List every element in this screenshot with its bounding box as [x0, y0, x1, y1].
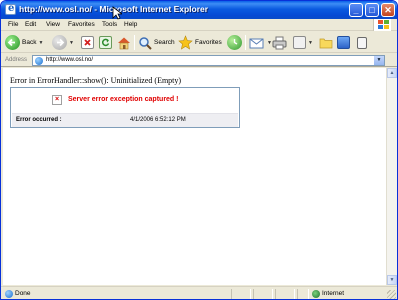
close-button[interactable]: ✕: [381, 3, 395, 17]
windows-flag-icon: [373, 19, 391, 31]
error-title: Server error exception captured !: [68, 96, 179, 103]
title-bar[interactable]: http://www.osl.no/ - Microsoft Internet …: [1, 1, 397, 19]
error-message: Error in ErrorHandler::show(): Uninitial…: [10, 76, 182, 85]
favorites-star-icon: [178, 35, 193, 50]
home-button[interactable]: [117, 34, 131, 51]
page-icon: [5, 290, 13, 298]
internet-zone-icon: [312, 290, 320, 298]
research-button[interactable]: [357, 34, 367, 51]
ie-logo-icon: [5, 3, 16, 15]
error-x-icon: ×: [52, 95, 62, 105]
address-url: http://www.osl.no/: [46, 57, 94, 63]
error-occurred-label: Error occurred :: [16, 117, 62, 123]
menu-tools[interactable]: Tools: [102, 21, 117, 28]
status-panel: [275, 289, 295, 299]
stop-button[interactable]: [81, 34, 94, 51]
forward-button[interactable]: ▼: [52, 34, 74, 51]
page-icon: [35, 57, 43, 65]
stop-icon: [81, 36, 94, 49]
search-label: Search: [154, 39, 175, 46]
home-icon: [118, 37, 130, 49]
page-content: Error in ErrorHandler::show(): Uninitial…: [3, 68, 386, 285]
error-panel: × Server error exception captured ! Erro…: [10, 87, 240, 128]
history-button[interactable]: [227, 34, 242, 51]
refresh-button[interactable]: [99, 34, 112, 51]
research-icon: [357, 36, 367, 49]
vertical-scrollbar[interactable]: ▲ ▼: [386, 68, 397, 285]
favorites-button[interactable]: Favorites: [178, 34, 222, 51]
history-icon: [227, 35, 242, 50]
search-button[interactable]: Search: [138, 34, 175, 51]
favorites-label: Favorites: [195, 39, 222, 46]
status-panel: [253, 289, 273, 299]
address-label: Address: [5, 57, 28, 63]
menu-file[interactable]: File: [8, 21, 18, 28]
chevron-down-icon[interactable]: ▼: [38, 40, 43, 46]
chevron-down-icon[interactable]: ▼: [374, 56, 384, 65]
minimize-button[interactable]: _: [349, 3, 363, 17]
menu-edit[interactable]: Edit: [25, 21, 36, 28]
resize-grip[interactable]: [387, 290, 396, 299]
messenger-icon: [337, 36, 350, 49]
folder-button[interactable]: [319, 34, 333, 51]
mail-button[interactable]: ▼: [249, 34, 272, 51]
error-occurred-time: 4/1/2006 6:52:12 PM: [130, 117, 186, 123]
scroll-up-button[interactable]: ▲: [387, 68, 397, 78]
back-arrow-icon: [5, 35, 20, 50]
forward-arrow-icon: [52, 35, 67, 50]
folder-icon: [319, 38, 333, 49]
back-button[interactable]: Back ▼: [5, 34, 43, 51]
edit-icon: [293, 36, 306, 49]
address-bar: Address http://www.osl.no/ ▼: [1, 54, 397, 67]
messenger-button[interactable]: [337, 34, 350, 51]
error-details-row: Error occurred : 4/1/2006 6:52:12 PM: [12, 113, 238, 127]
print-icon: [272, 36, 287, 49]
status-bar: Done Internet: [1, 286, 397, 299]
browser-window: http://www.osl.no/ - Microsoft Internet …: [0, 0, 398, 300]
maximize-button[interactable]: □: [365, 3, 379, 17]
status-panel: [231, 289, 251, 299]
search-icon: [139, 36, 152, 50]
error-header: × Server error exception captured !: [12, 89, 238, 113]
scroll-down-button[interactable]: ▼: [387, 275, 397, 285]
status-text: Done: [15, 290, 31, 297]
menu-favorites[interactable]: Favorites: [68, 21, 95, 28]
mouse-cursor-icon: [112, 6, 122, 20]
print-button[interactable]: [272, 34, 287, 51]
security-zone: Internet: [322, 290, 345, 297]
back-label: Back: [22, 39, 37, 46]
mail-icon: [249, 38, 264, 48]
chevron-down-icon[interactable]: ▼: [308, 40, 313, 46]
status-panel: [297, 289, 309, 299]
refresh-icon: [99, 36, 112, 49]
menu-view[interactable]: View: [46, 21, 60, 28]
chevron-down-icon[interactable]: ▼: [69, 40, 74, 46]
toolbar-separator: [245, 35, 246, 50]
edit-button[interactable]: ▼: [293, 34, 313, 51]
menu-bar: File Edit View Favorites Tools Help: [1, 19, 397, 31]
toolbar-separator: [134, 35, 135, 50]
toolbar: Back ▼ ▼ Search Favorites ▼ ▼: [1, 32, 397, 53]
address-input[interactable]: http://www.osl.no/ ▼: [32, 55, 385, 66]
menu-help[interactable]: Help: [124, 21, 137, 28]
